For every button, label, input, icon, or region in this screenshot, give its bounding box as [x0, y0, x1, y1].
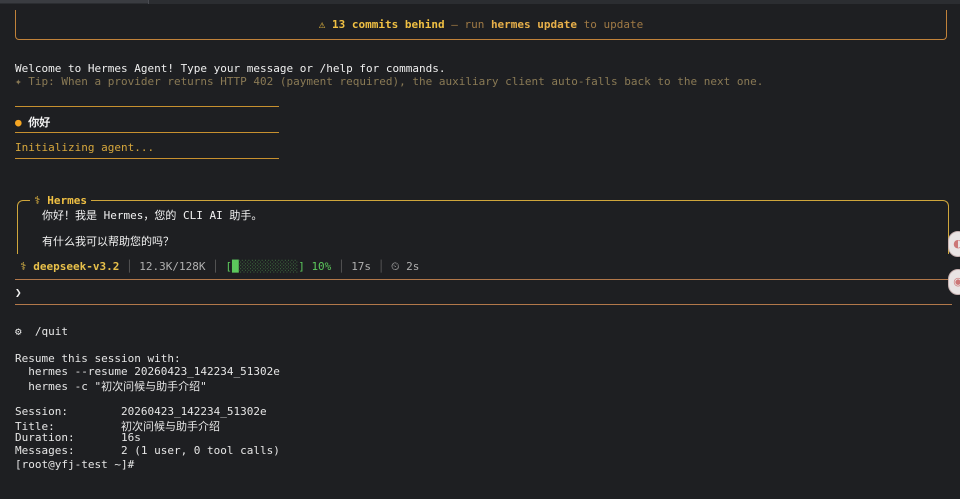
tip-message: ✦ Tip: When a provider returns HTTP 402 …	[15, 75, 764, 88]
quit-command: ⚙ /quit	[15, 325, 68, 338]
context-progress-bar: [█░░░░░░░░░]	[225, 260, 305, 273]
status-bar: ⚕ deepseek-v3.2 │ 12.3K/128K │ [█░░░░░░░…	[20, 260, 420, 273]
session-messages-row: Messages: 2 (1 user, 0 tool calls)	[15, 444, 280, 457]
input-prompt[interactable]: ❯	[15, 286, 22, 299]
user-bullet-icon: ●	[15, 116, 22, 129]
model-name: ⚕ deepseek-v3.2	[20, 260, 120, 273]
resume-command-2: hermes -c "初次问候与助手介绍"	[15, 380, 207, 393]
user-message-text: 你好	[28, 116, 51, 129]
update-banner: ⚠ 13 commits behind — run hermes update …	[15, 10, 947, 40]
resume-command-1: hermes --resume 20260423_142234_51302e	[15, 365, 280, 378]
resume-header: Resume this session with:	[15, 352, 181, 365]
elapsed-time: 17s	[351, 260, 372, 273]
banner-update-command: hermes update	[490, 18, 578, 31]
user-message: ● 你好	[15, 114, 50, 130]
banner-tail-text: to update	[577, 18, 644, 31]
init-bottom-rule	[15, 158, 279, 159]
window-top-strip	[0, 0, 960, 4]
user-message-bottom-rule	[15, 132, 279, 133]
welcome-message: Welcome to Hermes Agent! Type your messa…	[15, 62, 446, 75]
floating-assistant-icon[interactable]: ◐	[948, 231, 960, 257]
prompt-bottom-rule	[15, 304, 952, 305]
user-message-top-rule	[15, 106, 279, 107]
commits-behind-warning: ⚠ 13 commits behind	[318, 18, 445, 31]
response-line-1: 你好！我是 Hermes，您的 CLI AI 助手。	[42, 209, 263, 222]
context-percent: 10%	[311, 260, 332, 273]
session-duration-row: Duration: 16s	[15, 431, 141, 444]
initializing-status: Initializing agent...	[15, 141, 155, 154]
response-line-2: 有什么我可以帮助您的吗？	[42, 235, 174, 248]
banner-run-text: — run	[444, 18, 491, 31]
shell-prompt[interactable]: [root@yfj-test ~]#	[15, 458, 134, 471]
terminal-tab[interactable]	[0, 0, 148, 3]
prompt-top-rule	[15, 279, 952, 280]
timer-indicator: ⏲ 2s	[390, 260, 420, 273]
token-usage: 12.3K/128K	[139, 260, 206, 273]
session-id-row: Session: 20260423_142234_51302e	[15, 405, 267, 418]
floating-app-icon[interactable]: ◉	[948, 269, 960, 295]
hermes-response-label: ⚕ Hermes	[30, 194, 91, 207]
tab-separator	[148, 0, 149, 4]
